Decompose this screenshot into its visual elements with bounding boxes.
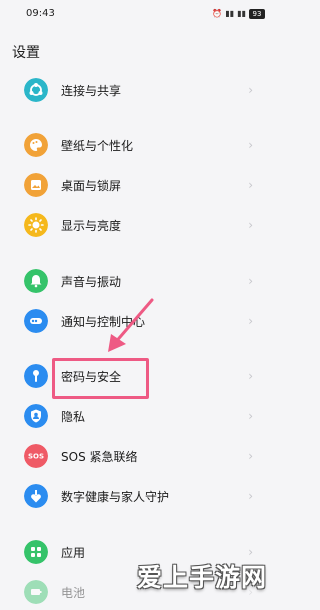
image-icon (24, 173, 48, 197)
settings-item-label: 隐私 (61, 410, 86, 424)
chevron-right-icon: › (248, 274, 253, 288)
settings-item-label: 应用 (61, 546, 86, 560)
chevron-right-icon: › (248, 369, 253, 383)
annotation-highlight-box (52, 358, 149, 399)
settings-item-label: 连接与共享 (61, 84, 122, 98)
heart-shield-icon (24, 484, 48, 508)
chevron-right-icon: › (248, 409, 253, 423)
chevron-right-icon: › (248, 489, 253, 503)
privacy-icon (24, 404, 48, 428)
settings-item-digital-wellbeing[interactable]: 数字健康与家人守护 › (0, 478, 277, 514)
alarm-clock-icon: ⏰ (212, 9, 223, 18)
status-time: 09:43 (26, 8, 55, 19)
settings-item-sound-vibration[interactable]: 声音与振动 › (0, 263, 277, 299)
apps-icon (24, 540, 48, 564)
settings-item-label: 电池 (61, 586, 86, 600)
sos-icon: SOS (24, 444, 48, 468)
share-icon (24, 78, 48, 102)
svg-text:SOS: SOS (28, 453, 44, 461)
page-title: 设置 (12, 45, 40, 61)
key-icon (24, 364, 48, 388)
bell-icon (24, 269, 48, 293)
signal-icon: ▮▮ (225, 9, 235, 18)
settings-item-label: 数字健康与家人守护 (61, 490, 170, 504)
chevron-right-icon: › (248, 218, 253, 232)
status-bar: 09:43 ⏰ ▮▮ ▮▮ 93 (0, 0, 277, 30)
battery-level: 93 (249, 9, 265, 19)
chevron-right-icon: › (248, 314, 253, 328)
settings-item-label: 壁纸与个性化 (61, 139, 134, 153)
palette-icon (24, 133, 48, 157)
chevron-right-icon: › (248, 138, 253, 152)
battery-icon (24, 580, 48, 604)
watermark: 爱上手游网 (136, 563, 267, 592)
status-icons: ⏰ ▮▮ ▮▮ 93 (212, 8, 265, 20)
settings-item-label: 桌面与锁屏 (61, 179, 122, 193)
chevron-right-icon: › (248, 83, 253, 97)
signal-icon: ▮▮ (237, 9, 246, 18)
settings-item-connection-sharing[interactable]: 连接与共享 › (0, 72, 277, 108)
settings-item-sos-emergency[interactable]: SOS SOS 紧急联络 › (0, 438, 277, 474)
settings-item-label: SOS 紧急联络 (61, 450, 138, 464)
chevron-right-icon: › (248, 178, 253, 192)
sun-icon (24, 213, 48, 237)
annotation-arrow-icon (108, 298, 154, 352)
settings-item-label: 显示与亮度 (61, 219, 122, 233)
settings-item-privacy[interactable]: 隐私 › (0, 398, 277, 434)
chevron-right-icon: › (248, 449, 253, 463)
settings-item-label: 声音与振动 (61, 275, 122, 289)
chevron-right-icon: › (248, 545, 253, 559)
settings-item-display-brightness[interactable]: 显示与亮度 › (0, 207, 277, 243)
settings-item-desktop-lockscreen[interactable]: 桌面与锁屏 › (0, 167, 277, 203)
settings-item-wallpaper-personalization[interactable]: 壁纸与个性化 › (0, 127, 277, 163)
notification-icon (24, 309, 48, 333)
